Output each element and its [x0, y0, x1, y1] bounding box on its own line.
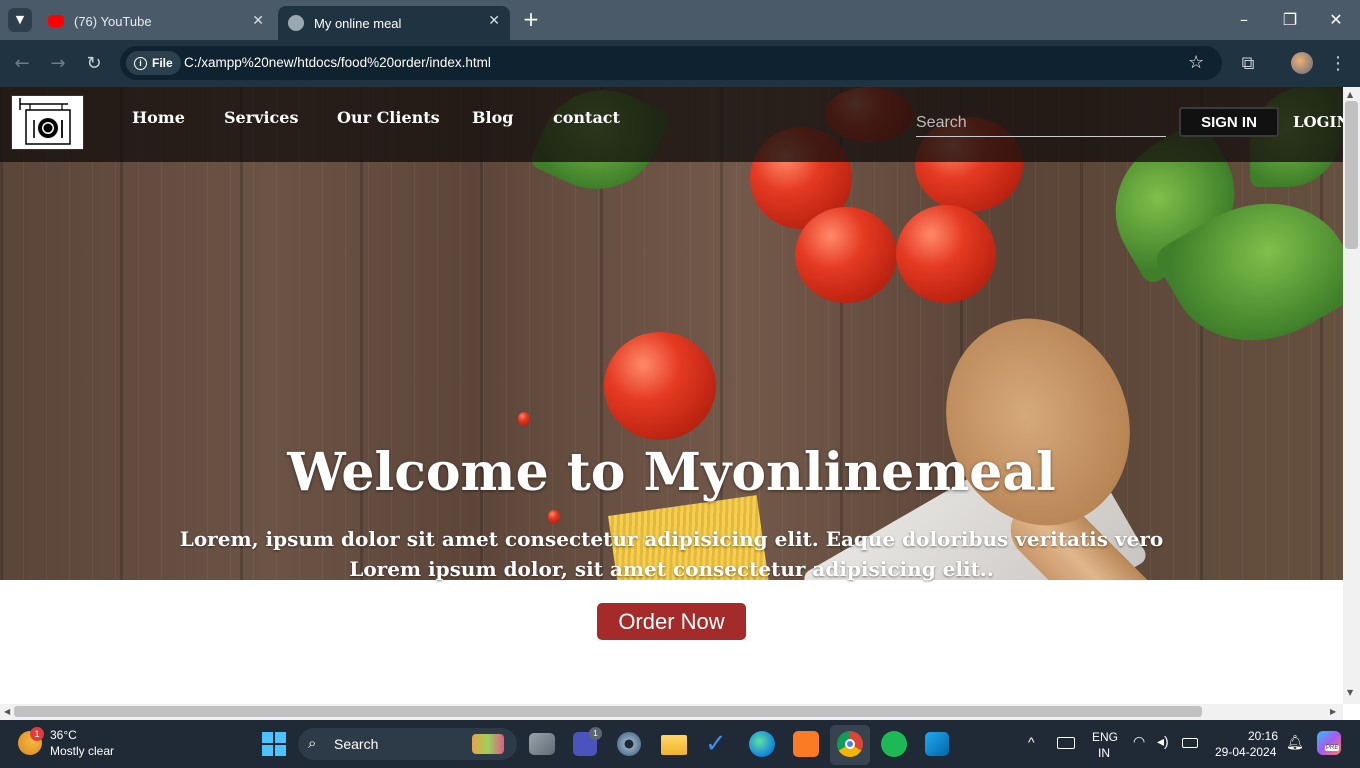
globe-icon — [288, 15, 304, 31]
show-hidden-icons-chevron-icon[interactable]: ^ — [1028, 734, 1035, 750]
settings-gear-icon[interactable] — [617, 732, 641, 756]
taskbar-search-label: Search — [334, 736, 379, 752]
order-now-button[interactable]: Order Now — [597, 603, 746, 640]
clock-time[interactable]: 20:16 — [1248, 729, 1278, 743]
battery-icon[interactable] — [1182, 738, 1198, 748]
teams-badge: 1 — [589, 727, 602, 740]
restaurant-sign-icon — [19, 98, 71, 145]
browser-tab-strip: ▼ (76) YouTube ✕ My online meal ✕ + – ❐ … — [0, 0, 1360, 40]
close-window-icon[interactable]: ✕ — [1326, 10, 1346, 30]
notification-bell-icon[interactable]: 🔔︎ — [1286, 734, 1304, 751]
tab-my-online-meal[interactable]: My online meal ✕ — [278, 6, 510, 40]
tab-youtube[interactable]: (76) YouTube ✕ — [38, 6, 274, 36]
tomato-decoration — [795, 207, 897, 303]
youtube-icon — [48, 15, 64, 27]
tab-title: (76) YouTube — [74, 13, 152, 29]
spotify-icon[interactable] — [881, 731, 907, 757]
tab-title: My online meal — [314, 15, 402, 31]
vertical-scroll-thumb[interactable] — [1345, 101, 1358, 249]
hero-section: Home Services Our Clients Blog contact S… — [0, 87, 1343, 580]
peppercorn-decoration — [518, 412, 530, 426]
weather-temp: 36°C — [50, 728, 77, 742]
weather-condition: Mostly clear — [50, 744, 115, 758]
hero-subtitle-line-1: Lorem, ipsum dolor sit amet consectetur … — [179, 527, 1164, 551]
todo-check-icon[interactable]: ✓ — [705, 729, 731, 759]
file-explorer-icon[interactable] — [661, 735, 687, 755]
copilot-pre-badge: PRE — [1325, 745, 1340, 751]
site-logo[interactable] — [11, 95, 84, 150]
wifi-icon[interactable]: ◠ — [1133, 733, 1145, 750]
back-icon[interactable]: ← — [10, 52, 34, 76]
close-tab-icon[interactable]: ✕ — [252, 12, 264, 29]
hero-title: Welcome to Myonlinemeal — [287, 442, 1056, 503]
url-text[interactable]: C:/xampp%20new/htdocs/food%20order/index… — [184, 55, 491, 70]
minimize-icon[interactable]: – — [1234, 10, 1254, 30]
scroll-up-arrow-icon[interactable]: ▲ — [1347, 90, 1353, 99]
edge-icon[interactable] — [749, 731, 775, 757]
search-icon: ⌕ — [308, 734, 317, 752]
address-bar[interactable]: i File C:/xampp%20new/htdocs/food%20orde… — [120, 46, 1222, 80]
task-view-icon[interactable] — [529, 733, 555, 755]
forward-icon[interactable]: → — [46, 52, 70, 76]
menu-icon[interactable]: ⋮ — [1326, 52, 1350, 76]
nav-our-clients[interactable]: Our Clients — [337, 108, 440, 127]
chrome-icon — [837, 731, 863, 757]
scroll-down-arrow-icon[interactable]: ▼ — [1347, 688, 1353, 697]
scheme-label: File — [152, 56, 173, 70]
search-input[interactable] — [916, 109, 1166, 137]
nav-blog[interactable]: Blog — [472, 108, 513, 127]
teams-icon[interactable]: 1 — [573, 727, 602, 756]
keyboard-icon[interactable] — [1057, 737, 1075, 749]
info-icon: i — [134, 56, 147, 70]
chrome-taskbar-item[interactable] — [830, 725, 870, 765]
weather-badge: 1 — [30, 727, 44, 741]
language-line-2[interactable]: IN — [1098, 746, 1110, 760]
site-info-chip[interactable]: i File — [126, 51, 181, 75]
close-tab-icon[interactable]: ✕ — [488, 12, 500, 29]
taskbar-search-box[interactable]: ⌕ Search — [298, 728, 517, 760]
tomato-decoration — [896, 205, 996, 303]
browser-toolbar: ← → ↻ i File C:/xampp%20new/htdocs/food%… — [0, 40, 1360, 87]
scroll-right-arrow-icon[interactable]: ▶ — [1330, 707, 1336, 716]
login-link[interactable]: LOGIN — [1293, 113, 1343, 131]
peppercorn-decoration — [548, 510, 560, 524]
horizontal-scroll-thumb[interactable] — [14, 706, 1202, 717]
copilot-icon[interactable]: PRE — [1317, 731, 1341, 755]
start-button[interactable] — [261, 731, 287, 757]
bookmark-star-icon[interactable]: ☆ — [1188, 52, 1204, 73]
tab-search-button[interactable]: ▼ — [8, 8, 32, 32]
nav-services[interactable]: Services — [224, 108, 298, 127]
nav-contact[interactable]: contact — [553, 108, 620, 127]
volume-icon[interactable]: ◂) — [1157, 733, 1169, 750]
clock-date[interactable]: 29-04-2024 — [1215, 745, 1276, 759]
extensions-icon[interactable]: ⧉ — [1236, 52, 1260, 76]
language-line-1[interactable]: ENG — [1092, 730, 1118, 744]
page-viewport: Home Services Our Clients Blog contact S… — [0, 87, 1343, 704]
windows-logo-icon — [262, 732, 286, 756]
new-tab-button[interactable]: + — [520, 8, 542, 30]
vscode-icon[interactable] — [925, 732, 949, 756]
profile-avatar[interactable] — [1291, 52, 1313, 74]
hero-subtitle-line-2: Lorem ipsum dolor, sit amet consectetur … — [349, 557, 994, 581]
sign-in-button[interactable]: SIGN IN — [1179, 107, 1279, 137]
weather-widget[interactable]: 1 36°C Mostly clear — [18, 727, 128, 763]
xampp-icon[interactable] — [793, 731, 819, 757]
nav-home[interactable]: Home — [132, 108, 185, 127]
search-highlight-icon — [472, 734, 504, 754]
scroll-left-arrow-icon[interactable]: ◀ — [4, 707, 10, 716]
restore-icon[interactable]: ❐ — [1280, 10, 1300, 30]
tomato-decoration — [604, 332, 716, 440]
reload-icon[interactable]: ↻ — [82, 52, 106, 76]
